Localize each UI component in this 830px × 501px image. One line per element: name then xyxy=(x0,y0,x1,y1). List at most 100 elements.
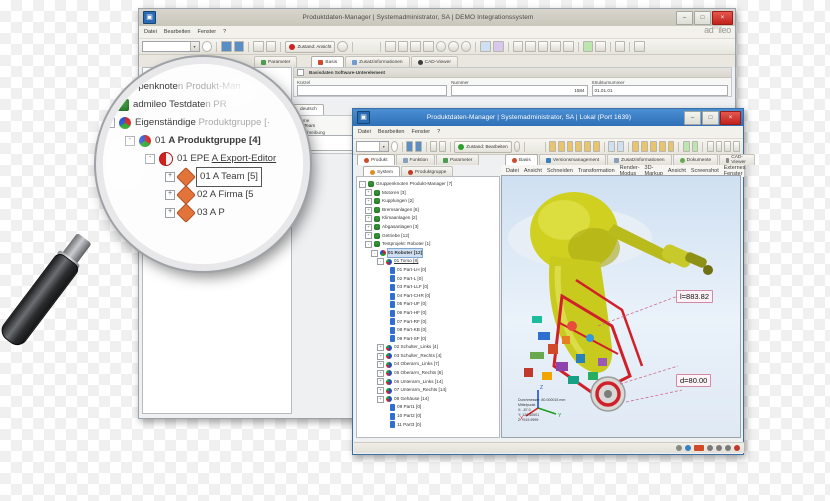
gear-icon[interactable] xyxy=(676,445,682,451)
tree-item[interactable]: +03 Schulter_Rechts [4] xyxy=(359,352,497,361)
tree-item[interactable]: + Bremsanlagen [6] xyxy=(359,206,497,215)
tab-produkt[interactable]: Produkt xyxy=(357,154,395,165)
history-icon[interactable] xyxy=(691,141,699,152)
search-combo[interactable]: ▾ xyxy=(356,141,389,152)
state-button[interactable]: Zustand: Ansicht xyxy=(285,40,336,53)
menu-bearbeiten[interactable]: Bearbeiten xyxy=(164,29,191,35)
history-icon[interactable] xyxy=(595,41,606,52)
tree-item[interactable]: 02 Part-L [0] xyxy=(359,275,497,284)
lock-node-icon[interactable] xyxy=(592,141,600,152)
cad-menu-item-0[interactable]: Datei xyxy=(506,168,519,174)
new-node-icon[interactable] xyxy=(549,141,556,152)
cad-menu-item-2[interactable]: Schneiden xyxy=(547,168,573,174)
tab-zusatzinformationen[interactable]: Zusatzinformationen xyxy=(607,154,672,165)
expander-icon[interactable]: + xyxy=(377,369,384,377)
expander-icon[interactable]: + xyxy=(165,208,175,218)
tree-item[interactable]: - 01 Torso [8] xyxy=(359,257,497,266)
tree-item[interactable]: - Testprojekt: Roboter [1] xyxy=(359,240,497,249)
state-button[interactable]: Zustand: Bearbeiten xyxy=(454,140,512,153)
tab-funktion[interactable]: Funktion xyxy=(395,154,435,165)
expander-icon[interactable] xyxy=(383,302,388,307)
filter-icon[interactable] xyxy=(617,141,624,152)
close-button[interactable]: × xyxy=(712,10,733,25)
tree-item[interactable]: - Gruppenknoten Produkt-Manager [7] xyxy=(359,180,497,189)
front-window-controls[interactable]: – □ × xyxy=(684,110,743,125)
edit-node-icon[interactable] xyxy=(557,141,565,152)
refresh-icon[interactable] xyxy=(649,141,657,152)
expander-icon[interactable] xyxy=(383,319,388,324)
copy-icon[interactable] xyxy=(430,141,437,152)
cad-viewport[interactable]: Y X Z l=883.82 d=80.00 Durchmesser: 80.0… xyxy=(501,175,741,438)
expander-icon[interactable]: - xyxy=(365,240,372,248)
tree-item[interactable]: 08 Part-KB [0] xyxy=(359,326,497,335)
kuerzel-input[interactable] xyxy=(297,85,448,96)
basisdaten-group-header[interactable]: Basisdaten Software-Unterelement xyxy=(294,68,731,78)
tree-item[interactable]: 06 Part-HF [0] xyxy=(359,309,497,318)
move-node-icon[interactable] xyxy=(575,141,583,152)
refresh-icon[interactable] xyxy=(537,41,549,52)
info-icon[interactable] xyxy=(723,42,732,51)
paste-icon[interactable] xyxy=(438,141,446,152)
tree-item[interactable]: -01 Roboter [12] xyxy=(359,247,497,259)
find-icon[interactable] xyxy=(480,41,491,52)
new-node-icon[interactable] xyxy=(385,41,396,52)
tab-dokumente[interactable]: Dokumente xyxy=(672,154,719,165)
layout-icon[interactable] xyxy=(713,42,722,51)
dot-icon[interactable] xyxy=(725,445,731,451)
tree-item[interactable]: + Abgasanlagen [3] xyxy=(359,223,497,232)
expander-icon[interactable]: + xyxy=(377,395,384,403)
tree-item[interactable]: 11 Part3 [0] xyxy=(359,421,497,430)
expander-icon[interactable] xyxy=(383,276,388,281)
tree-item[interactable]: 01 Part-LH [0] xyxy=(359,266,497,275)
tab-cad-viewer[interactable]: CAD-Viewer xyxy=(719,154,755,165)
expander-icon[interactable] xyxy=(383,414,388,419)
tree-item[interactable]: 09 Part1 [0] xyxy=(359,403,497,412)
back-window-menubar[interactable]: Datei Bearbeiten Fenster ? admileo xyxy=(139,25,735,39)
link-node-icon[interactable] xyxy=(584,141,591,152)
tree-item[interactable]: + Getriebe [12] xyxy=(359,232,497,241)
edit-node-icon[interactable] xyxy=(397,41,409,52)
find-icon[interactable] xyxy=(608,141,616,152)
expander-icon[interactable]: + xyxy=(377,344,384,352)
document-icon[interactable] xyxy=(614,41,626,52)
tree-item[interactable]: +07 Unterarm_Rechts [14] xyxy=(359,386,497,395)
import-icon[interactable] xyxy=(512,41,524,52)
front-right-tabs[interactable]: Basis Versionsmanagement Zusatzinformati… xyxy=(501,153,755,165)
report-icon[interactable] xyxy=(667,141,675,152)
highlight-icon[interactable] xyxy=(659,42,668,51)
flask-icon[interactable] xyxy=(734,445,740,451)
cad-menu-item-3[interactable]: Transformation xyxy=(578,168,615,174)
magnified-tree-item[interactable]: ppenknoten Produkt-Man xyxy=(105,78,299,96)
front-tree-panel[interactable]: - Gruppenknoten Produkt-Manager [7] + Motor… xyxy=(356,176,500,438)
tree-item[interactable]: 10 Part2 [0] xyxy=(359,412,497,421)
dot-icon[interactable] xyxy=(707,445,713,451)
cad-menu-item-6[interactable]: Ansicht xyxy=(668,168,686,174)
front-window[interactable]: ▣ Produktdaten-Manager | Systemadministr… xyxy=(352,108,755,455)
expander-icon[interactable]: - xyxy=(359,180,366,188)
tree-item[interactable]: 07 Part-RF [0] xyxy=(359,318,497,327)
collapse-icon[interactable] xyxy=(702,42,711,51)
expander-icon[interactable] xyxy=(383,336,388,341)
tab-zusatzinformationen[interactable]: Zusatzinformationen xyxy=(345,56,410,67)
tree-item[interactable]: + Motoren [3] xyxy=(359,189,497,198)
delete-node-icon[interactable] xyxy=(410,41,421,52)
memory-icon[interactable] xyxy=(694,445,704,451)
settings-icon[interactable] xyxy=(513,141,521,152)
print-icon[interactable] xyxy=(550,41,561,52)
expander-icon[interactable]: + xyxy=(365,223,372,231)
tree-item[interactable]: + Klimaanlagen [2] xyxy=(359,214,497,223)
undo-icon[interactable] xyxy=(529,142,534,151)
redo-icon[interactable] xyxy=(536,142,541,151)
menu-fenster[interactable]: Fenster xyxy=(411,129,430,135)
nav-back-icon[interactable] xyxy=(670,42,679,51)
view-grid-icon[interactable] xyxy=(233,41,245,52)
expander-icon[interactable]: + xyxy=(365,197,372,205)
export-icon[interactable] xyxy=(525,41,536,52)
expander-icon[interactable]: + xyxy=(377,378,384,386)
menu-help[interactable]: ? xyxy=(437,129,440,135)
view-list-icon[interactable] xyxy=(221,41,232,52)
text-format-icon[interactable] xyxy=(649,42,658,51)
expander-icon[interactable]: + xyxy=(165,190,175,200)
minimize-button[interactable]: – xyxy=(676,10,693,25)
front-window-menubar[interactable]: Datei Bearbeiten Fenster ? xyxy=(353,126,743,139)
